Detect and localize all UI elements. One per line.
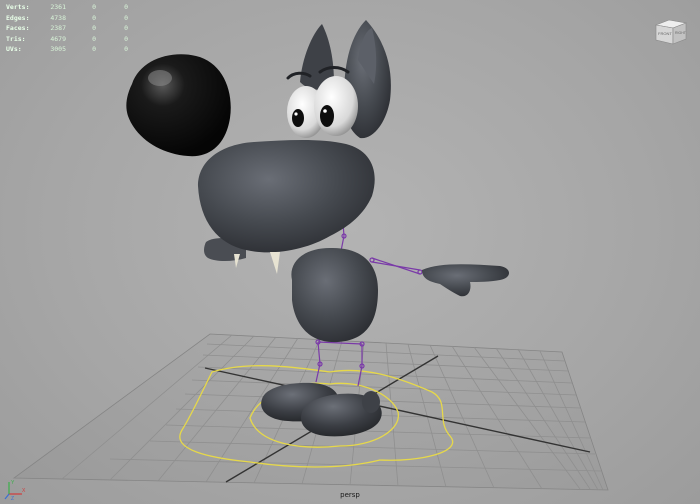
hud-value: 4738 — [50, 13, 66, 22]
hud-label: UVs: — [6, 45, 22, 53]
hud-selected: 0 — [92, 3, 96, 11]
hud-extra: 0 — [124, 24, 128, 32]
hud-label: Tris: — [6, 34, 26, 43]
poly-count-hud: Verts: 2361 0 0 Edges: 4738 0 0 Faces: 2… — [6, 2, 128, 55]
character-eyes[interactable] — [287, 76, 358, 138]
hud-row-tris: Tris: 4679 0 0 — [6, 34, 128, 45]
hud-row-uvs: UVs: 3005 0 0 — [6, 44, 128, 55]
character-head[interactable] — [198, 140, 375, 253]
viewcube[interactable]: FRONT RIGHT — [653, 16, 689, 46]
hud-label: Edges: — [6, 13, 30, 22]
hud-extra: 0 — [124, 34, 128, 43]
hud-row-verts: Verts: 2361 0 0 — [6, 2, 128, 13]
hud-value: 3005 — [50, 45, 66, 53]
hud-label: Verts: — [6, 3, 30, 11]
maya-viewport[interactable]: Verts: 2361 0 0 Edges: 4738 0 0 Faces: 2… — [0, 0, 700, 504]
hud-value: 2361 — [50, 3, 66, 11]
hud-selected: 0 — [92, 45, 96, 53]
hud-extra: 0 — [124, 45, 128, 53]
nose-highlight — [148, 70, 172, 86]
hud-row-faces: Faces: 2387 0 0 — [6, 23, 128, 34]
hud-selected: 0 — [92, 24, 96, 32]
hud-value: 4679 — [50, 34, 66, 43]
hud-value: 2387 — [50, 24, 66, 32]
hud-row-edges: Edges: 4738 0 0 — [6, 13, 128, 24]
viewcube-front-label[interactable]: FRONT — [658, 31, 672, 36]
hud-label: Faces: — [6, 24, 30, 32]
axis-y-label: Y — [11, 480, 15, 486]
hud-extra: 0 — [124, 13, 128, 22]
scene-canvas[interactable] — [0, 0, 700, 504]
hud-selected: 0 — [92, 13, 96, 22]
hud-extra: 0 — [124, 3, 128, 11]
character-nose[interactable] — [126, 54, 231, 157]
viewcube-right-label[interactable]: RIGHT — [675, 31, 687, 35]
character-right-hand[interactable] — [422, 264, 509, 297]
camera-name-label: persp — [340, 491, 360, 499]
hud-selected: 0 — [92, 34, 96, 43]
character-torso[interactable] — [291, 247, 378, 343]
